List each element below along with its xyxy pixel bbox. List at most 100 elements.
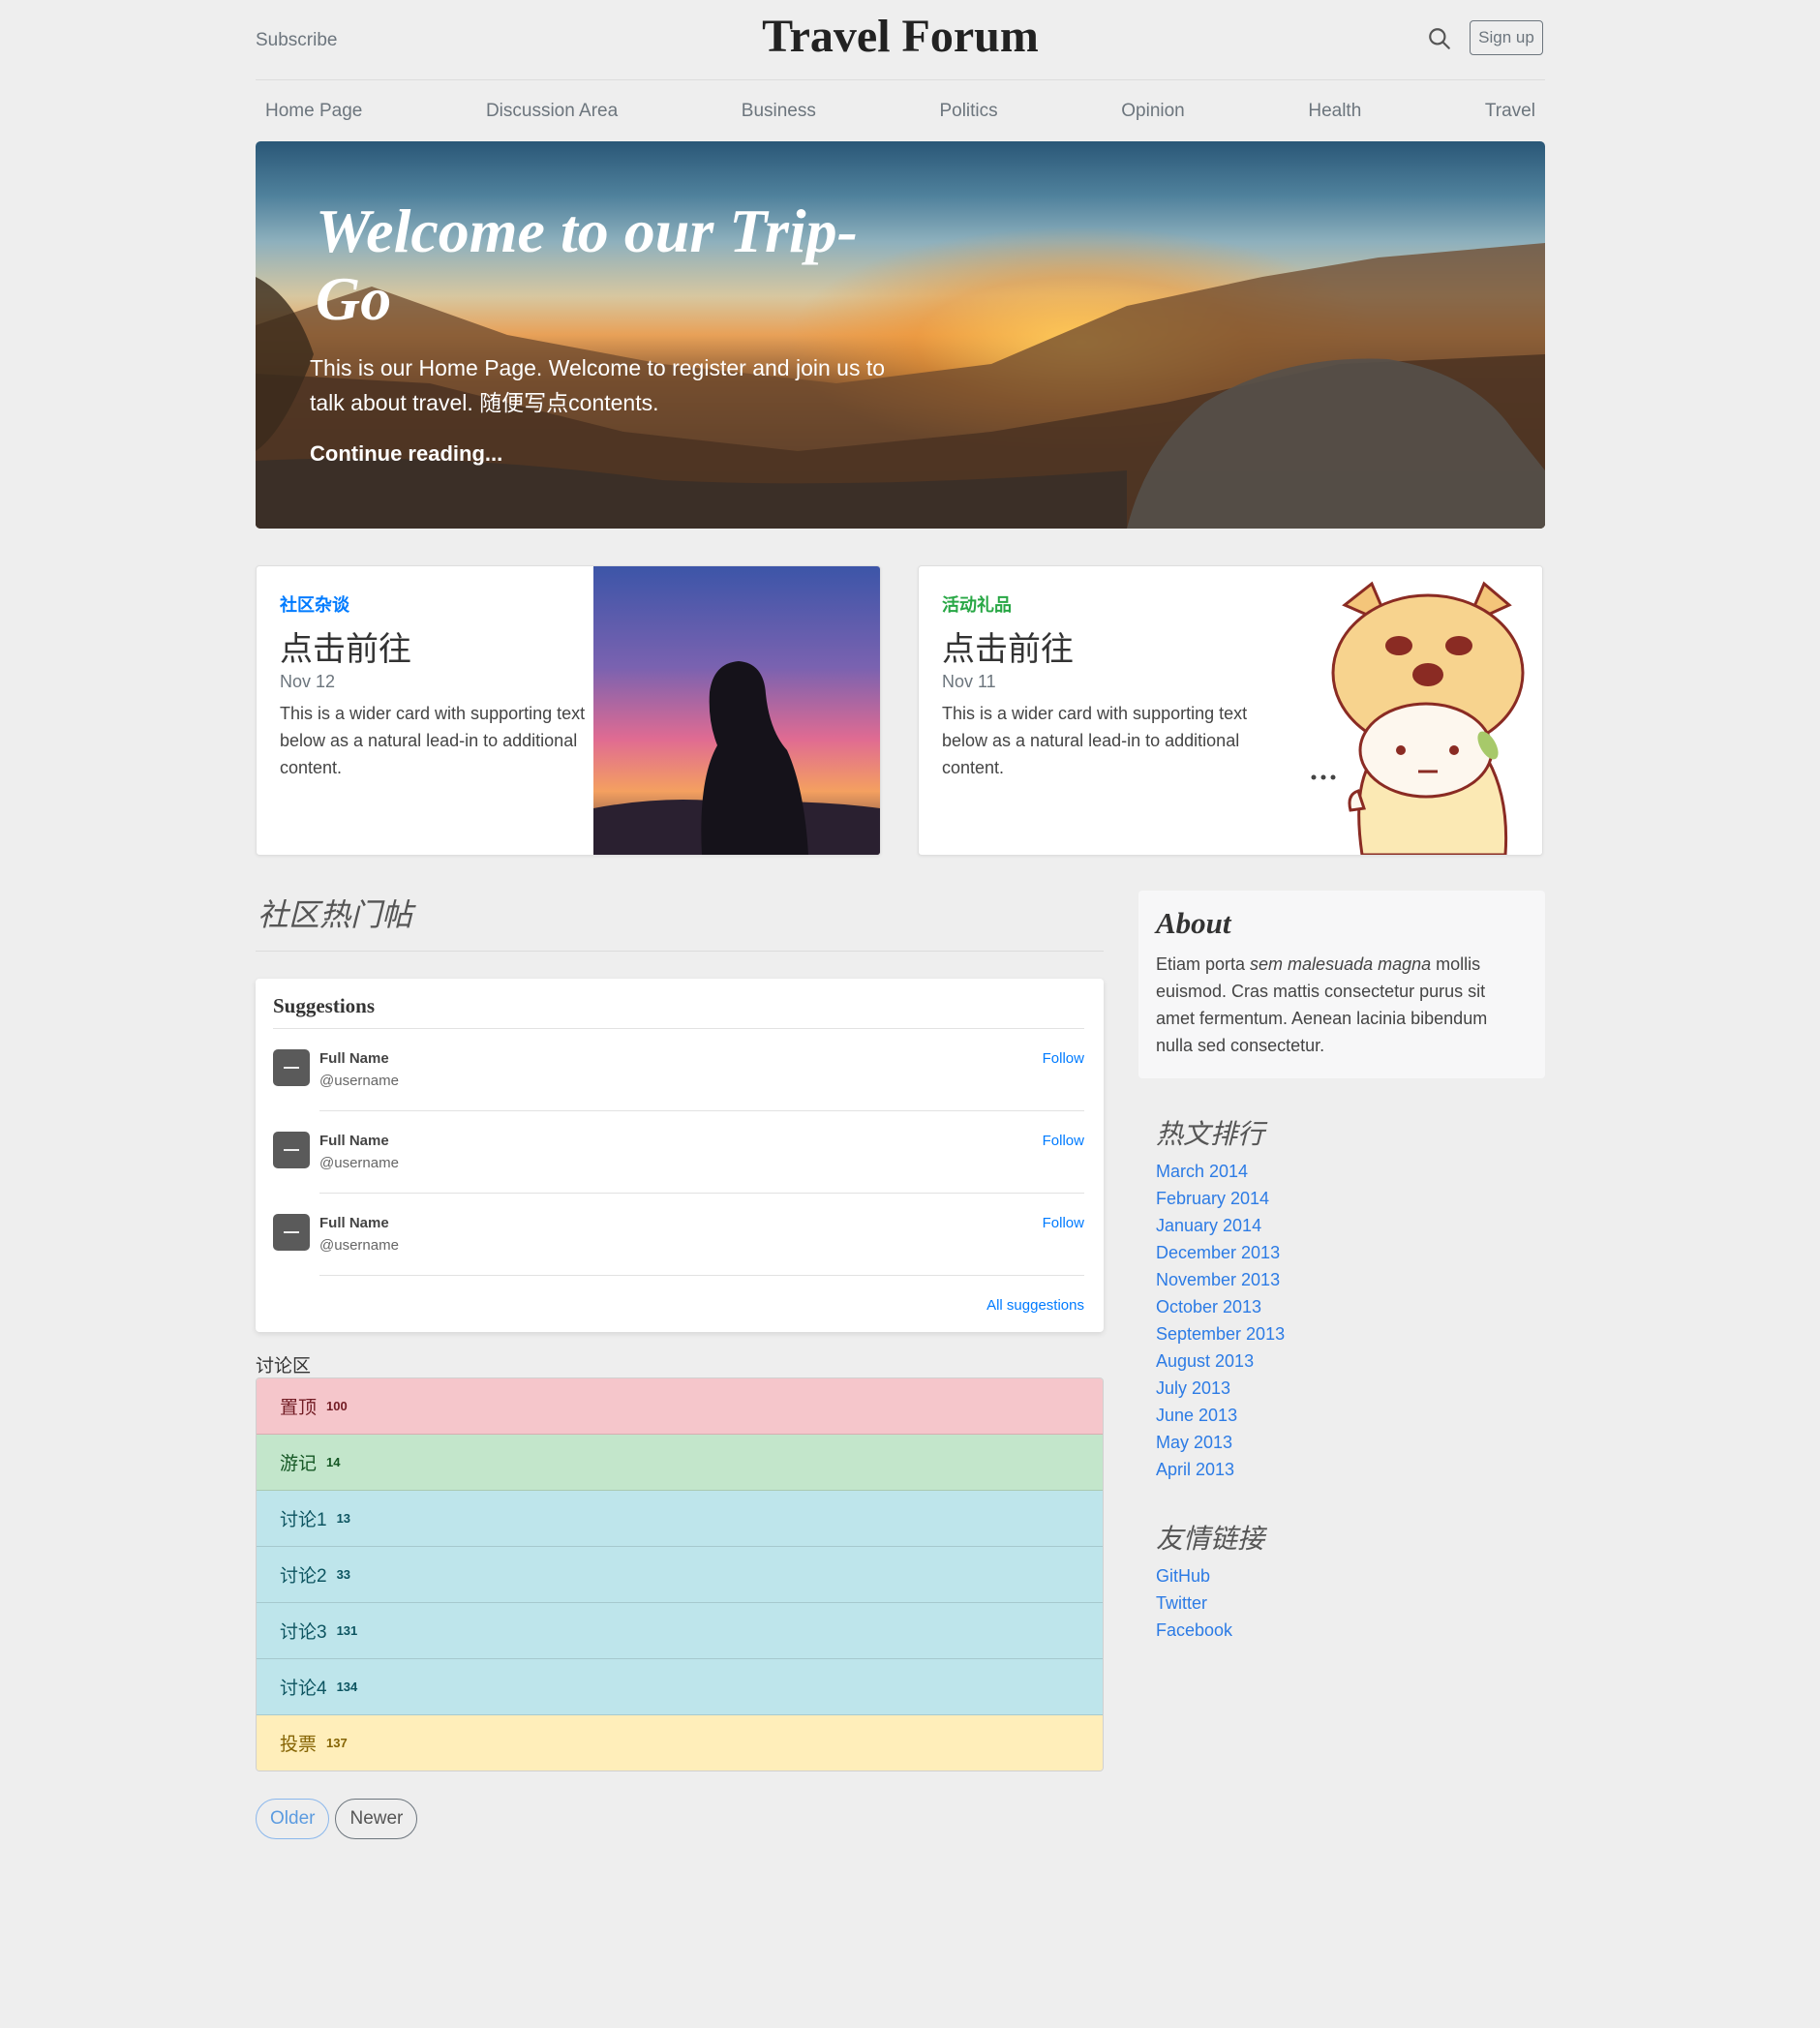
card-date: Nov 11: [942, 672, 996, 691]
twitter-link[interactable]: Twitter: [1156, 1593, 1207, 1613]
discussion-item[interactable]: 讨论1 13: [257, 1491, 1103, 1547]
hero-title: Welcome to our Trip-Go: [316, 197, 858, 333]
archive-link[interactable]: November 2013: [1156, 1270, 1280, 1289]
friend-links-list: GitHub Twitter Facebook: [1138, 1562, 1545, 1644]
page-container: Subscribe Travel Forum Sign up Home Page…: [256, 0, 1545, 1839]
about-box: About Etiam porta sem malesuada magna mo…: [1138, 891, 1545, 1078]
discussion-count-badge: 137: [326, 1736, 348, 1750]
suggestion-row: Full Name @username Follow: [273, 1029, 1084, 1111]
discussion-item-label: 讨论1: [280, 1510, 327, 1530]
suggestions-card: Suggestions Full Name @username Follow F…: [256, 979, 1104, 1332]
site-header: Subscribe Travel Forum Sign up: [256, 0, 1545, 80]
suggestion-full-name: Full Name: [319, 1133, 389, 1149]
nav-home-page[interactable]: Home Page: [265, 101, 362, 122]
discussion-item[interactable]: 讨论4 134: [257, 1659, 1103, 1715]
discussion-item-label: 置顶: [280, 1398, 318, 1418]
site-title[interactable]: Travel Forum: [256, 10, 1545, 63]
hero-jumbotron: Welcome to our Trip-Go This is our Home …: [256, 141, 1545, 529]
discussion-item-label: 游记: [280, 1454, 318, 1474]
newer-button[interactable]: Newer: [335, 1799, 418, 1839]
search-icon[interactable]: [1427, 26, 1452, 51]
avatar-placeholder-icon: [273, 1049, 310, 1086]
discussion-item[interactable]: 投票 137: [257, 1715, 1103, 1771]
older-button[interactable]: Older: [256, 1799, 330, 1839]
card-text: This is a wider card with supporting tex…: [280, 704, 586, 777]
archive-link[interactable]: April 2013: [1156, 1460, 1234, 1479]
discussion-count-badge: 131: [336, 1623, 358, 1638]
discussion-item[interactable]: 讨论3 131: [257, 1603, 1103, 1659]
card-category: 社区杂谈: [280, 595, 349, 615]
archive-link[interactable]: January 2014: [1156, 1216, 1261, 1235]
archives-list: March 2014 February 2014 January 2014 De…: [1138, 1158, 1545, 1483]
nav-health[interactable]: Health: [1308, 101, 1361, 122]
suggestion-username: @username: [319, 1155, 399, 1171]
discussion-item[interactable]: 游记 14: [257, 1435, 1103, 1491]
about-text: Etiam porta sem malesuada magna mollis e…: [1156, 954, 1488, 1055]
archive-link[interactable]: December 2013: [1156, 1243, 1280, 1262]
archives-title: 热文排行: [1156, 1118, 1265, 1150]
row-divider: [319, 1275, 1084, 1276]
card-date: Nov 12: [280, 672, 336, 691]
about-title: About: [1156, 906, 1231, 940]
discussion-count-badge: 134: [336, 1680, 358, 1694]
discussion-item-label: 讨论2: [280, 1566, 327, 1587]
all-suggestions-link[interactable]: All suggestions: [986, 1297, 1084, 1314]
archive-link[interactable]: July 2013: [1156, 1378, 1230, 1398]
archive-link[interactable]: September 2013: [1156, 1324, 1285, 1344]
discussion-label: 讨论区: [256, 1356, 312, 1377]
sign-up-button[interactable]: Sign up: [1470, 20, 1543, 55]
card-thumbnail-image: [593, 566, 880, 855]
archive-link[interactable]: October 2013: [1156, 1297, 1261, 1317]
continue-reading-link[interactable]: Continue reading...: [310, 441, 502, 467]
archive-link[interactable]: August 2013: [1156, 1351, 1254, 1371]
archive-link[interactable]: June 2013: [1156, 1406, 1237, 1425]
discussion-item-label: 投票: [280, 1735, 318, 1755]
archive-link[interactable]: March 2014: [1156, 1162, 1248, 1181]
nav-politics[interactable]: Politics: [939, 101, 997, 122]
nav-business[interactable]: Business: [742, 101, 816, 122]
follow-link[interactable]: Follow: [1043, 1133, 1084, 1149]
discussion-list: 置顶 100 游记 14 讨论1 13 讨论2 33 讨论3 131 讨论4 134 投票 1…: [256, 1377, 1104, 1771]
archive-link[interactable]: May 2013: [1156, 1433, 1232, 1452]
facebook-link[interactable]: Facebook: [1156, 1620, 1232, 1640]
suggestion-full-name: Full Name: [319, 1215, 389, 1231]
nav-travel[interactable]: Travel: [1485, 101, 1535, 122]
card-text: This is a wider card with supporting tex…: [942, 704, 1248, 777]
discussion-item-label: 讨论4: [280, 1679, 327, 1699]
discussion-item[interactable]: 置顶 100: [257, 1378, 1103, 1435]
discussion-item[interactable]: 讨论2 33: [257, 1547, 1103, 1603]
suggestion-row: Full Name @username Follow: [273, 1194, 1084, 1276]
discussion-item-label: 讨论3: [280, 1622, 327, 1643]
discussion-count-badge: 14: [326, 1455, 341, 1469]
suggestions-title: Suggestions: [273, 994, 1084, 1029]
discussion-count-badge: 13: [336, 1511, 351, 1526]
follow-link[interactable]: Follow: [1043, 1215, 1084, 1231]
featured-cards: 社区杂谈 点击前往 Nov 12 This is a wider card wi…: [256, 565, 1545, 856]
suggestion-username: @username: [319, 1073, 399, 1089]
suggestion-row: Full Name @username Follow: [273, 1111, 1084, 1194]
nav-opinion[interactable]: Opinion: [1121, 101, 1185, 122]
section-title: 社区热门帖: [256, 891, 1104, 952]
main-column: 社区热门帖 Suggestions Full Name @username Fo…: [256, 891, 1104, 1839]
main-nav: Home Page Discussion Area Business Polit…: [256, 80, 1545, 141]
avatar-placeholder-icon: [273, 1132, 310, 1168]
follow-link[interactable]: Follow: [1043, 1050, 1084, 1067]
card-category: 活动礼品: [942, 595, 1012, 615]
archive-link[interactable]: February 2014: [1156, 1189, 1269, 1208]
sidebar: About Etiam porta sem malesuada magna mo…: [1138, 891, 1545, 1644]
featured-card: 社区杂谈 点击前往 Nov 12 This is a wider card wi…: [256, 565, 881, 856]
hero-lead: This is our Home Page. Welcome to regist…: [310, 355, 886, 415]
featured-card: 活动礼品 点击前往 Nov 11 This is a wider card wi…: [918, 565, 1543, 856]
avatar-placeholder-icon: [273, 1214, 310, 1251]
github-link[interactable]: GitHub: [1156, 1566, 1210, 1586]
nav-discussion-area[interactable]: Discussion Area: [486, 101, 618, 122]
discussion-count-badge: 100: [326, 1399, 348, 1413]
card-title-link[interactable]: 点击前往: [280, 622, 599, 670]
suggestion-username: @username: [319, 1237, 399, 1254]
card-title-link[interactable]: 点击前往: [942, 622, 1261, 670]
suggestion-full-name: Full Name: [319, 1050, 389, 1067]
card-thumbnail-image: [1256, 566, 1542, 855]
pagination: Older Newer: [256, 1799, 1104, 1839]
discussion-count-badge: 33: [336, 1567, 351, 1582]
friend-links-title: 友情链接: [1156, 1523, 1265, 1555]
